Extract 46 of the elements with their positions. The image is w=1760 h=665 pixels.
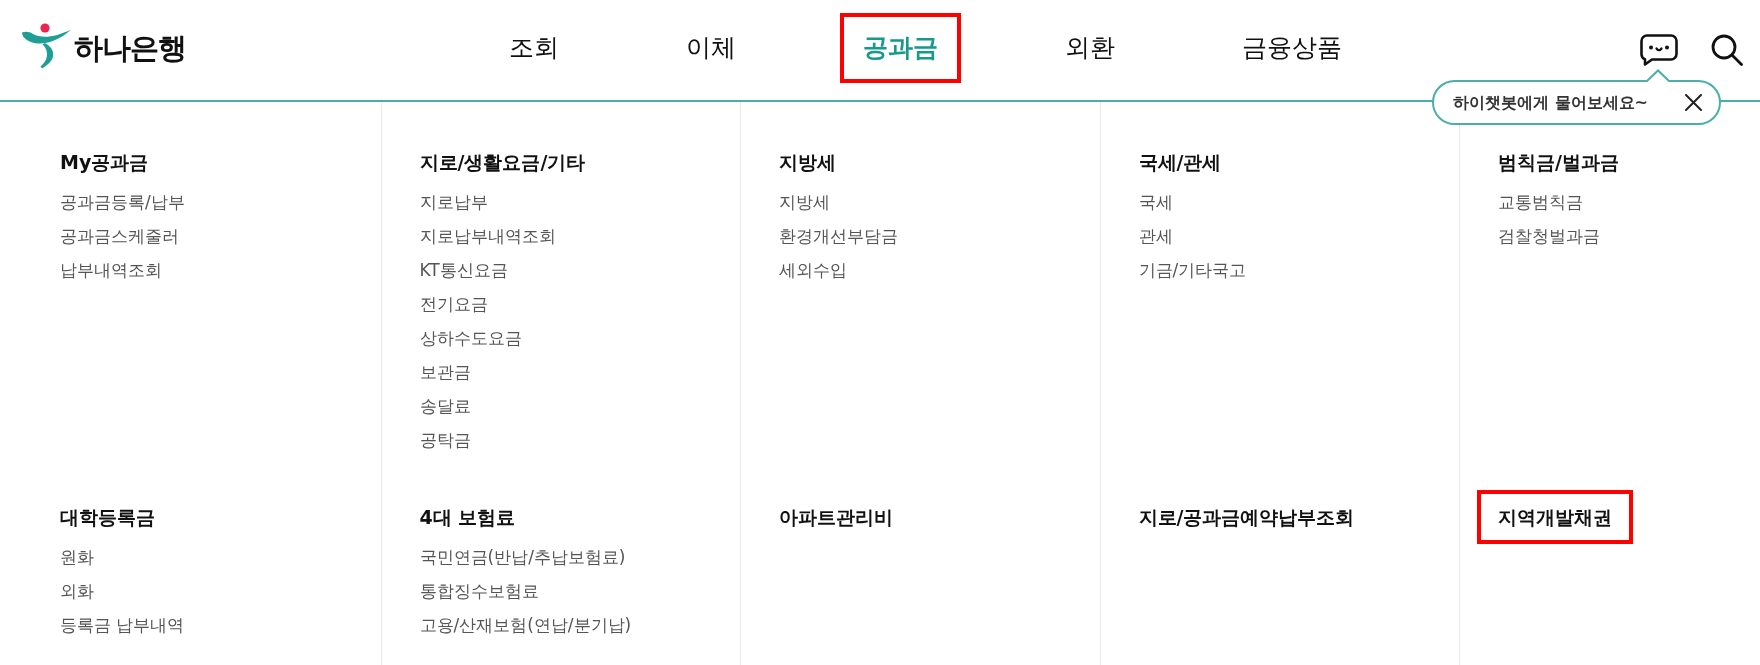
menu-link[interactable]: 관세 — [1138, 219, 1173, 253]
menu-link[interactable]: 외화 — [60, 574, 94, 608]
tooltip-text: 하이챗봇에게 물어보세요~ — [1453, 91, 1648, 114]
menu-link[interactable]: KT통신요금 — [419, 253, 508, 287]
menu-heading[interactable]: 대학등록금 — [60, 504, 155, 530]
menu-link[interactable]: 국세 — [1138, 185, 1173, 219]
menu-heading[interactable]: 범칙금/벌과금 — [1498, 149, 1619, 175]
menu-link[interactable]: 기금/기타국고 — [1138, 253, 1247, 287]
nav-tab[interactable]: 조회 — [509, 33, 559, 63]
menu-heading[interactable]: 아파트관리비 — [779, 504, 893, 530]
menu-link[interactable]: 송달료 — [419, 389, 471, 423]
search-icon[interactable] — [1711, 34, 1743, 66]
menu-link[interactable]: 고용/산재보험(연납/분기납) — [419, 608, 632, 642]
home-logo[interactable]: 하나은행 — [22, 27, 186, 69]
menu-link[interactable]: 공과금등록/납부 — [60, 185, 185, 219]
menu-link[interactable]: 등록금 납부내역 — [60, 608, 185, 642]
menu-link[interactable]: 납부내역조회 — [60, 253, 162, 287]
menu-link[interactable]: 세외수입 — [779, 253, 847, 287]
menu-link[interactable]: 전기요금 — [419, 287, 488, 321]
menu-link[interactable]: 통합징수보험료 — [419, 574, 539, 608]
menu-link[interactable]: 상하수도요금 — [419, 321, 522, 355]
menu-link[interactable]: 공탁금 — [419, 423, 471, 457]
menu-link[interactable]: 지로납부내역조회 — [419, 219, 556, 253]
menu-link[interactable]: 국민연금(반납/추납보험료) — [419, 540, 626, 574]
menu-heading[interactable]: 지로/생활요금/기타 — [419, 149, 586, 175]
menu-link[interactable]: 공과금스케줄러 — [60, 219, 179, 253]
menu-heading[interactable]: 지방세 — [779, 149, 836, 175]
nav-tab[interactable]: 외환 — [1065, 33, 1115, 63]
close-icon — [1685, 94, 1702, 111]
menu-link[interactable]: 지로납부 — [419, 185, 488, 219]
nav-tab[interactable]: 이체 — [686, 33, 736, 63]
menu-link[interactable]: 환경개선부담금 — [779, 219, 898, 253]
menu-heading[interactable]: My공과금 — [60, 149, 149, 175]
nav-tab[interactable]: 금융상품 — [1242, 33, 1342, 63]
menu-link[interactable]: 검찰청벌과금 — [1498, 219, 1600, 253]
menu-heading[interactable]: 지역개발채권 — [1477, 490, 1633, 544]
chat-bubble-icon[interactable] — [1640, 34, 1678, 66]
close-button[interactable] — [1685, 94, 1702, 111]
logo-icon — [22, 23, 71, 69]
menu-link[interactable]: 지방세 — [779, 185, 830, 219]
menu-link[interactable]: 원화 — [60, 540, 94, 574]
menu-link[interactable]: 교통범칙금 — [1498, 185, 1583, 219]
menu-heading[interactable]: 4대 보험료 — [419, 504, 516, 530]
menu-heading[interactable]: 국세/관세 — [1138, 149, 1222, 175]
menu-link[interactable]: 보관금 — [419, 355, 471, 389]
menu-heading[interactable]: 지로/공과금예약납부조회 — [1138, 504, 1355, 530]
